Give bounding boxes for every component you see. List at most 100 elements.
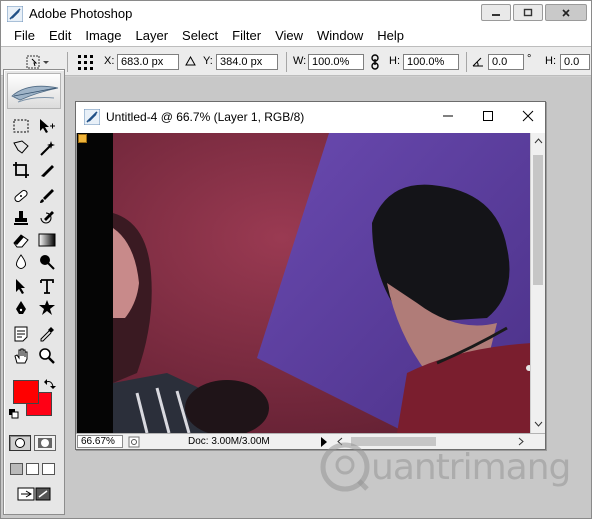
vertical-scrollbar[interactable]	[530, 133, 545, 433]
move-tool[interactable]	[36, 116, 58, 136]
default-colors-icon[interactable]	[8, 408, 20, 420]
standard-mode-icon	[15, 438, 25, 448]
maximize-icon	[483, 111, 493, 121]
menu-bar: File Edit Image Layer Select Filter View…	[1, 26, 591, 46]
menu-edit[interactable]: Edit	[42, 26, 78, 46]
eraser-tool[interactable]	[10, 230, 32, 250]
water-drop-icon	[16, 254, 26, 269]
path-selection-tool[interactable]	[10, 276, 32, 296]
width-scale-field[interactable]: 100.0%	[308, 54, 364, 70]
watermark-text: uantrimang	[371, 446, 571, 488]
minimize-button[interactable]	[481, 4, 511, 21]
marquee-tool[interactable]	[10, 116, 32, 136]
hand-tool[interactable]	[10, 346, 32, 366]
menu-image[interactable]: Image	[78, 26, 128, 46]
dodge-tool[interactable]	[36, 252, 58, 272]
y-position-field[interactable]: 384.0 px	[216, 54, 278, 70]
x-position-field[interactable]: 683.0 px	[117, 54, 179, 70]
blur-tool[interactable]	[10, 252, 32, 272]
standard-mode-button[interactable]	[9, 435, 31, 451]
document-canvas[interactable]	[76, 133, 530, 433]
zoom-tool[interactable]	[36, 346, 58, 366]
eyedropper-icon	[40, 327, 54, 342]
move-arrow-icon	[40, 119, 55, 133]
menu-filter[interactable]: Filter	[225, 26, 268, 46]
menu-select[interactable]: Select	[175, 26, 225, 46]
photoshop-app: Adobe Photoshop File Edit Image Layer Se…	[0, 0, 592, 519]
minimize-icon	[443, 115, 453, 117]
document-title: Untitled-4 @ 66.7% (Layer 1, RGB/8)	[106, 110, 305, 124]
pen-tool[interactable]	[10, 298, 32, 318]
document-maximize-button[interactable]	[481, 109, 495, 123]
gradient-tool[interactable]	[36, 230, 58, 250]
h-skew-label: H:	[545, 55, 556, 67]
menu-window[interactable]: Window	[310, 26, 370, 46]
zoom-level-field[interactable]: 66.67%	[77, 435, 123, 448]
clone-stamp-tool[interactable]	[10, 208, 32, 228]
type-t-icon	[40, 279, 54, 294]
close-icon	[522, 110, 534, 122]
crop-icon	[13, 162, 29, 178]
maximize-icon	[523, 8, 533, 17]
h-skew-field[interactable]: 0.0	[560, 54, 590, 70]
close-button[interactable]	[545, 4, 587, 21]
menu-help[interactable]: Help	[370, 26, 411, 46]
document-titlebar[interactable]: Untitled-4 @ 66.7% (Layer 1, RGB/8)	[76, 102, 545, 132]
crop-tool[interactable]	[10, 160, 32, 180]
relative-position-icon[interactable]	[185, 56, 196, 66]
window-controls	[481, 4, 587, 21]
vertical-scroll-thumb[interactable]	[533, 155, 543, 285]
options-separator	[466, 52, 467, 72]
eyedropper-tool[interactable]	[36, 324, 58, 344]
status-info-icon[interactable]	[128, 436, 140, 448]
type-tool[interactable]	[36, 276, 58, 296]
document-close-button[interactable]	[521, 109, 535, 123]
document-size-info: Doc: 3.00M/3.00M	[188, 436, 270, 447]
brush-tool[interactable]	[36, 186, 58, 206]
toolbox	[3, 69, 65, 515]
brush-icon	[40, 189, 54, 203]
slice-tool[interactable]	[36, 160, 58, 180]
degree-unit: °	[527, 53, 532, 65]
bandage-icon	[14, 189, 28, 203]
photoshop-feather-icon	[7, 5, 23, 22]
full-screen-menu-mode-button[interactable]	[26, 463, 39, 475]
magic-wand-tool[interactable]	[36, 138, 58, 158]
stamp-icon	[14, 211, 28, 225]
standard-screen-mode-button[interactable]	[10, 463, 23, 475]
full-screen-mode-button[interactable]	[42, 463, 55, 475]
menu-view[interactable]: View	[268, 26, 310, 46]
document-minimize-button[interactable]	[441, 109, 455, 123]
lasso-tool[interactable]	[10, 138, 32, 158]
dodge-icon	[40, 255, 55, 270]
menu-layer[interactable]: Layer	[129, 26, 176, 46]
healing-brush-tool[interactable]	[10, 186, 32, 206]
quick-mask-mode-button[interactable]	[34, 435, 56, 451]
scroll-up-icon[interactable]	[534, 137, 543, 145]
minimize-icon	[492, 13, 500, 16]
photoshop-feather-logo	[11, 85, 59, 103]
w-label: W:	[293, 55, 307, 67]
jump-to-imageready-button[interactable]	[12, 484, 56, 504]
quick-mask-icon	[38, 438, 52, 448]
foreground-color-swatch[interactable]	[13, 380, 39, 404]
toolbox-header[interactable]	[7, 73, 61, 109]
path-selection-arrow-icon	[16, 279, 25, 294]
app-titlebar: Adobe Photoshop	[1, 1, 591, 26]
imageready-icon	[17, 487, 51, 501]
scroll-down-icon[interactable]	[534, 420, 543, 428]
custom-shape-tool[interactable]	[36, 298, 58, 318]
rotate-angle-field[interactable]: 0.0	[488, 54, 524, 70]
canvas-corner-marker	[78, 134, 87, 143]
reference-point-icon[interactable]	[77, 54, 95, 72]
link-icon[interactable]	[370, 54, 380, 70]
history-brush-icon	[40, 211, 54, 224]
history-brush-tool[interactable]	[36, 208, 58, 228]
rotate-angle-icon	[472, 57, 483, 67]
menu-file[interactable]: File	[7, 26, 42, 46]
notes-tool[interactable]	[10, 324, 32, 344]
y-label: Y:	[203, 55, 213, 67]
maximize-button[interactable]	[513, 4, 543, 21]
swap-colors-icon[interactable]	[44, 378, 56, 390]
height-scale-field[interactable]: 100.0%	[403, 54, 459, 70]
